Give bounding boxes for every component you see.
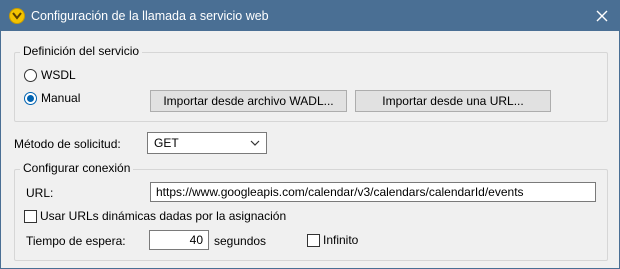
import-url-button[interactable]: Importar desde una URL... [355,90,551,112]
timeout-field[interactable]: 40 [149,230,209,250]
timeout-label: Tiempo de espera: [26,234,126,248]
chevron-down-icon [250,137,260,151]
title-bar[interactable]: Configuración de la llamada a servicio w… [1,1,619,31]
request-method-value: GET [154,136,179,150]
request-method-select[interactable]: GET [147,132,267,154]
infinite-label: Infinito [323,233,359,247]
timeout-unit-label: segundos [214,234,267,248]
dynamic-urls-checkbox[interactable]: Usar URLs dinámicas dadas por la asignac… [24,209,286,223]
timeout-value: 40 [189,233,203,247]
dynamic-urls-box[interactable] [24,209,37,223]
radio-wsdl[interactable]: WSDL [24,68,76,82]
infinite-checkbox[interactable]: Infinito [307,233,358,247]
radio-wsdl-circle[interactable] [24,68,37,82]
app-icon [9,8,25,24]
window-title: Configuración de la llamada a servicio w… [31,9,269,23]
dialog-window: Configuración de la llamada a servicio w… [0,0,620,269]
import-wadl-button[interactable]: Importar desde archivo WADL... [150,90,347,112]
radio-manual-label: Manual [41,91,81,105]
url-value: https://www.googleapis.com/calendar/v3/c… [156,185,524,199]
infinite-box[interactable] [307,233,320,247]
dynamic-urls-label: Usar URLs dinámicas dadas por la asignac… [40,209,287,223]
radio-manual[interactable]: Manual [24,91,80,105]
url-field[interactable]: https://www.googleapis.com/calendar/v3/c… [150,182,596,202]
request-method-label: Método de solicitud: [14,137,121,151]
service-definition-legend: Definición del servicio [20,44,143,58]
connection-legend: Configurar conexión [20,161,134,175]
close-icon[interactable] [589,4,615,28]
url-label: URL: [26,186,54,200]
radio-manual-circle[interactable] [24,91,37,105]
radio-wsdl-label: WSDL [41,68,76,82]
